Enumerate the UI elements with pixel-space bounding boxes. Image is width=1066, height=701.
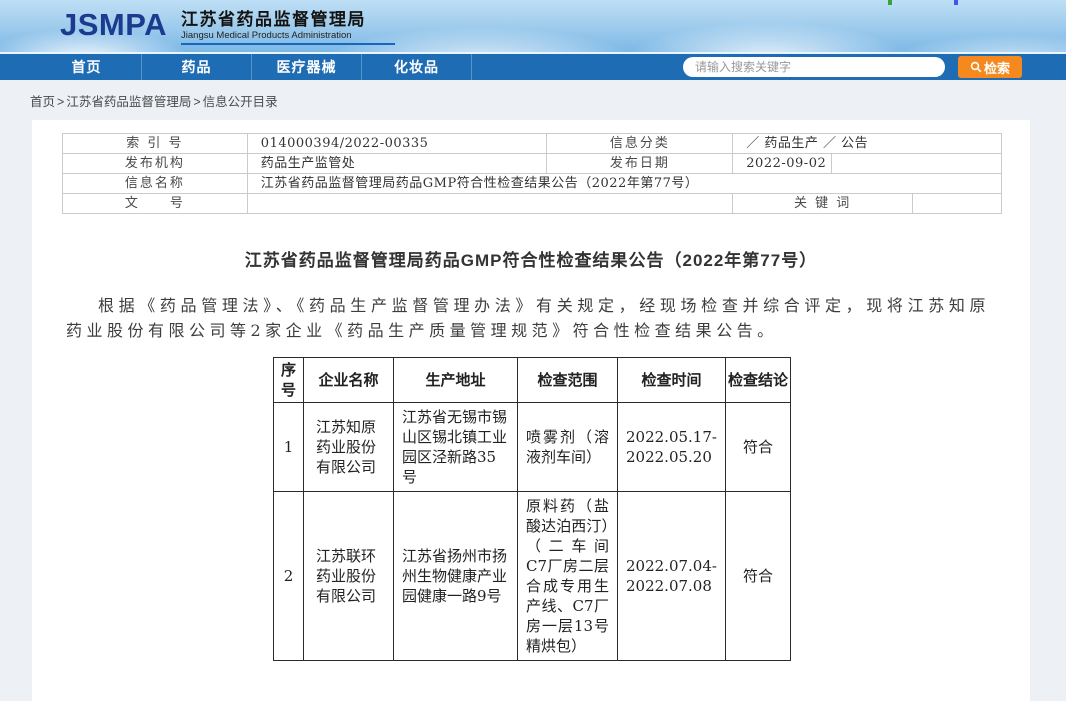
site-header: JSMPA 江苏省药品监督管理局 Jiangsu Medical Product… <box>0 0 1066 54</box>
search-button-label: 检索 <box>984 58 1010 77</box>
meta-agency-value: 药品生产监管处 <box>248 154 548 174</box>
meta-index-value: 014000394/2022-00335 <box>248 134 548 154</box>
artifact-dot-blue <box>954 0 958 5</box>
table-row: 1 江苏知原药业股份有限公司 江苏省无锡市锡山区锡北镇工业园区泾新路35号 喷雾… <box>274 403 791 492</box>
breadcrumb-home[interactable]: 首页 <box>30 95 55 109</box>
artifact-dot-green <box>888 0 892 5</box>
search-icon <box>970 61 982 73</box>
nav-item-drugs[interactable]: 药品 <box>142 54 252 80</box>
meta-docno-label: 文 号 <box>63 194 248 214</box>
breadcrumb-separator: > <box>57 95 64 109</box>
result-table-header-row: 序号 企业名称 生产地址 检查范围 检查时间 检查结论 <box>274 358 791 403</box>
cell-address: 江苏省无锡市锡山区锡北镇工业园区泾新路35号 <box>394 403 518 492</box>
search-button[interactable]: 检索 <box>958 56 1022 78</box>
header-time: 检查时间 <box>618 358 726 403</box>
cell-scope: 原料药（盐酸达泊西汀）（二车间 C7厂房二层合成专用生产线、C7厂房一层13号精… <box>518 492 618 661</box>
cell-company: 江苏知原药业股份有限公司 <box>304 403 394 492</box>
announcement-title: 江苏省药品监督管理局药品GMP符合性检查结果公告（2022年第77号） <box>32 246 1030 271</box>
meta-date-value: 2022-09-02 <box>733 154 832 174</box>
meta-row-docno: 文 号 关 键 词 <box>63 194 1002 214</box>
breadcrumb: 首页>江苏省药品监督管理局>信息公开目录 <box>0 80 1066 116</box>
content-card: 索 引 号 014000394/2022-00335 信息分类 ／ 药品生产 ／… <box>32 120 1030 701</box>
meta-agency-label: 发布机构 <box>63 154 248 174</box>
header-no: 序号 <box>274 358 304 403</box>
breadcrumb-info-directory[interactable]: 信息公开目录 <box>203 95 278 109</box>
site-logo[interactable]: JSMPA 江苏省药品监督管理局 Jiangsu Medical Product… <box>60 7 395 45</box>
header-address: 生产地址 <box>394 358 518 403</box>
cell-company: 江苏联环药业股份有限公司 <box>304 492 394 661</box>
meta-keyword-label: 关 键 词 <box>733 194 913 214</box>
meta-row-agency: 发布机构 药品生产监管处 发布日期 2022-09-02 <box>63 154 1002 174</box>
cell-scope: 喷雾剂（溶液剂车间） <box>518 403 618 492</box>
org-name-block: 江苏省药品监督管理局 Jiangsu Medical Products Admi… <box>181 7 395 45</box>
meta-date-label: 发布日期 <box>547 154 733 174</box>
cell-no: 2 <box>274 492 304 661</box>
header-company: 企业名称 <box>304 358 394 403</box>
header-scope: 检查范围 <box>518 358 618 403</box>
cell-conclusion: 符合 <box>725 403 790 492</box>
meta-row-index: 索 引 号 014000394/2022-00335 信息分类 ／ 药品生产 ／… <box>63 134 1002 154</box>
nav-item-home[interactable]: 首页 <box>32 54 142 80</box>
header-conclusion: 检查结论 <box>725 358 790 403</box>
logo-text: JSMPA <box>60 7 167 43</box>
announcement-body: 根据《药品管理法》、《药品生产监督管理办法》有关规定，经现场检查并综合评定，现将… <box>66 293 990 343</box>
meta-index-label: 索 引 号 <box>63 134 248 154</box>
meta-category-label: 信息分类 <box>547 134 733 154</box>
inspection-result-table: 序号 企业名称 生产地址 检查范围 检查时间 检查结论 1 江苏知原药业股份有限… <box>273 357 791 661</box>
meta-name-value: 江苏省药品监督管理局药品GMP符合性检查结果公告（2022年第77号） <box>248 174 1002 194</box>
cell-no: 1 <box>274 403 304 492</box>
nav-item-cosmetics[interactable]: 化妆品 <box>362 54 472 80</box>
meta-keyword-value <box>913 194 1002 214</box>
nav-item-medical-devices[interactable]: 医疗器械 <box>252 54 362 80</box>
meta-category-value: ／ 药品生产 ／ 公告 <box>733 134 1002 154</box>
cell-conclusion: 符合 <box>725 492 790 661</box>
document-meta-table: 索 引 号 014000394/2022-00335 信息分类 ／ 药品生产 ／… <box>62 133 1002 214</box>
meta-empty-cell <box>832 154 1002 174</box>
meta-row-name: 信息名称 江苏省药品监督管理局药品GMP符合性检查结果公告（2022年第77号） <box>63 174 1002 194</box>
meta-name-label: 信息名称 <box>63 174 248 194</box>
org-name-cn: 江苏省药品监督管理局 <box>181 10 395 29</box>
meta-docno-value <box>248 194 733 214</box>
cell-time: 2022.05.17-2022.05.20 <box>618 403 726 492</box>
org-name-en: Jiangsu Medical Products Administration <box>181 30 395 41</box>
logo-underline <box>181 43 395 45</box>
breadcrumb-org[interactable]: 江苏省药品监督管理局 <box>66 95 191 109</box>
search-input[interactable] <box>683 57 945 77</box>
cell-time: 2022.07.04-2022.07.08 <box>618 492 726 661</box>
table-row: 2 江苏联环药业股份有限公司 江苏省扬州市扬州生物健康产业园健康一路9号 原料药… <box>274 492 791 661</box>
cell-address: 江苏省扬州市扬州生物健康产业园健康一路9号 <box>394 492 518 661</box>
main-nav: 首页 药品 医疗器械 化妆品 检索 <box>0 54 1066 80</box>
breadcrumb-separator: > <box>193 95 200 109</box>
